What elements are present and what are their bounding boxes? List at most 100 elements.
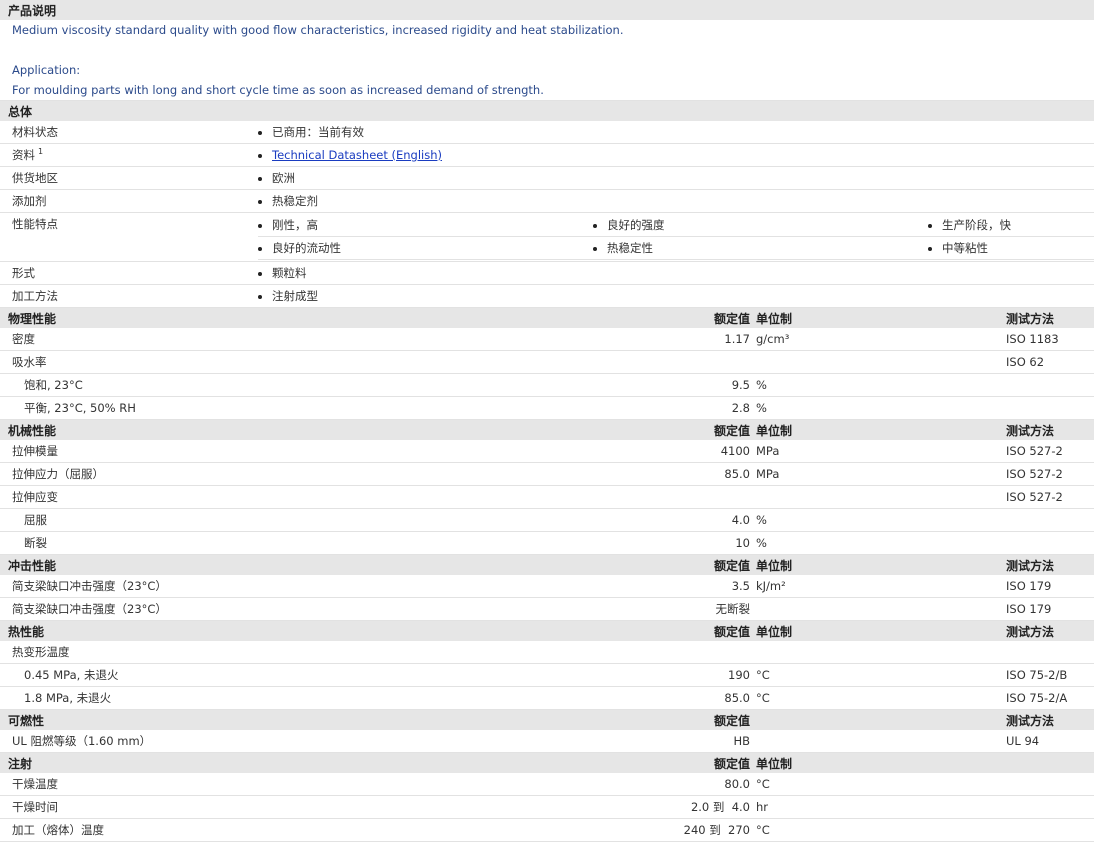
table-row: 加工（熔体）温度 240 到 270 °C [0,818,1094,842]
method-header: 测试方法 [1006,709,1094,730]
section-header-physical: 物理性能 额定值 单位制 测试方法 [0,307,1094,328]
nominal-header: 额定值 [593,709,756,730]
footnote-marker: 1 [38,147,44,156]
table-row: 密度 1.17 g/cm³ ISO 1183 [0,328,1094,351]
property-label: 屈服 [0,508,593,532]
feature-item: 刚性，高 [272,218,318,232]
property-label: 饱和, 23°C [0,373,593,397]
unit-value: % [756,373,1006,397]
table-row: 资料 1 Technical Datasheet (English) [0,143,1094,167]
unit-header: 单位制 [756,752,1006,773]
nominal-value: 无断裂 [593,597,756,621]
table-row: 拉伸模量 4100 MPa ISO 527-2 [0,440,1094,463]
section-header-impact: 冲击性能 额定值 单位制 测试方法 [0,554,1094,575]
property-label: 拉伸应变 [0,485,593,509]
section-title: 可燃性 [0,709,593,730]
bullet-icon [258,246,262,251]
test-method: ISO 179 [1006,575,1094,598]
test-method [1006,795,1094,819]
nominal-value: 85.0 [593,686,756,710]
property-label: 材料状态 [0,121,258,144]
table-row: 平衡, 23°C, 50% RH 2.8% [0,396,1094,420]
property-label: UL 阻燃等级（1.60 mm） [0,730,593,753]
table-row: 拉伸应力（屈服） 85.0 MPa ISO 527-2 [0,462,1094,486]
unit-value: °C [756,773,1006,796]
table-row: 干燥温度 80.0 °C [0,773,1094,796]
test-method [1006,508,1094,532]
section-header-thermal: 热性能 额定值 单位制 测试方法 [0,620,1094,641]
method-header: 测试方法 [1006,620,1094,641]
test-method [1006,396,1094,420]
property-label: 0.45 MPa, 未退火 [0,663,593,687]
section-title: 机械性能 [0,419,593,440]
table-row: 干燥时间 2.0 到 4.0 hr [0,795,1094,819]
table-row: 简支梁缺口冲击强度（23°C） 无断裂 ISO 179 [0,597,1094,621]
unit-header: 单位制 [756,620,1006,641]
property-label: 形式 [0,261,258,285]
nominal-value [593,350,756,374]
property-value: 欧洲 [272,171,295,185]
property-label: 供货地区 [0,166,258,190]
nominal-value: 240 到 270 [593,818,756,842]
nominal-value [593,641,756,664]
table-row: 热变形温度 [0,641,1094,664]
nominal-value: 4100 [593,440,756,463]
unit-value: hr [756,795,1006,819]
unit-value [756,597,1006,621]
property-label: 加工方法 [0,284,258,308]
unit-value: kJ/m² [756,575,1006,598]
unit-value: MPa [756,440,1006,463]
unit-value: °C [756,818,1006,842]
test-method: ISO 527-2 [1006,440,1094,463]
nominal-value: 9.5 [593,373,756,397]
bullet-icon [258,271,262,276]
section-header-mechanical: 机械性能 额定值 单位制 测试方法 [0,419,1094,440]
test-method: UL 94 [1006,730,1094,753]
test-method: ISO 1183 [1006,328,1094,351]
bullet-icon [593,223,597,228]
section-title: 注射 [0,752,593,773]
unit-value [756,485,1006,509]
feature-item: 中等粘性 [942,241,988,255]
nominal-value: 2.0 到 4.0 [593,795,756,819]
section-header-description: 产品说明 [0,0,1094,20]
unit-value: % [756,508,1006,532]
table-row: 1.8 MPa, 未退火 85.0 °C ISO 75-2/A [0,686,1094,710]
table-row: 0.45 MPa, 未退火 190 °C ISO 75-2/B [0,663,1094,687]
unit-value [756,641,1006,664]
nominal-value: 85.0 [593,462,756,486]
table-row: 形式 颗粒料 [0,261,1094,285]
bullet-icon [258,199,262,204]
bullet-icon [593,246,597,251]
nominal-value [593,485,756,509]
bullet-icon [258,130,262,135]
bullet-icon [258,223,262,228]
property-label: 吸水率 [0,350,593,374]
property-label: 简支梁缺口冲击强度（23°C） [0,575,593,598]
property-value: 热稳定剂 [272,194,318,208]
table-row-features: 性能特点 刚性，高 良好的强度 生产阶段，快 良好的流动性 热稳定性 中等粘性 [0,212,1094,262]
property-value: 颗粒料 [272,266,307,280]
nominal-value: 10 [593,531,756,555]
test-method: ISO 62 [1006,350,1094,374]
bullet-icon [258,176,262,181]
table-row: 供货地区 欧洲 [0,166,1094,190]
method-header: 测试方法 [1006,419,1094,440]
section-title: 总体 [0,100,1094,121]
nominal-value: 3.5 [593,575,756,598]
property-label: 性能特点 [0,212,258,262]
property-label: 平衡, 23°C, 50% RH [0,396,593,420]
technical-datasheet-link[interactable]: Technical Datasheet (English) [272,148,442,162]
test-method: ISO 527-2 [1006,485,1094,509]
description-block: Medium viscosity standard quality with g… [0,20,1094,101]
test-method: ISO 179 [1006,597,1094,621]
feature-item: 热稳定性 [607,241,653,255]
test-method: ISO 527-2 [1006,462,1094,486]
property-label: 拉伸模量 [0,440,593,463]
unit-value [756,730,1006,753]
nominal-header: 额定值 [593,620,756,641]
property-label: 断裂 [0,531,593,555]
section-title: 产品说明 [0,0,1094,20]
datasheet-table: 产品说明 Medium viscosity standard quality w… [0,0,1094,842]
description-text: Medium viscosity standard quality with g… [12,23,624,37]
